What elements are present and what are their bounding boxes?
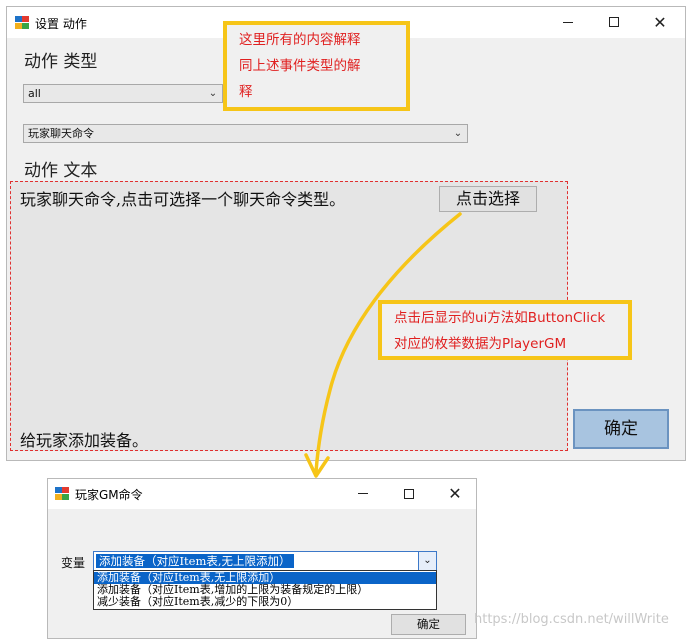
close-button[interactable]: ✕ xyxy=(432,479,478,508)
dropdown-option[interactable]: 减少装备（对应Item表,减少的下限为0） xyxy=(94,596,436,608)
gm-window-title: 玩家GM命令 xyxy=(75,488,143,502)
maximize-icon xyxy=(404,488,414,499)
gm-confirm-button[interactable]: 确定 xyxy=(391,614,466,635)
chevron-down-icon[interactable]: ⌄ xyxy=(418,552,436,570)
screenshot-canvas: 设置 动作 ✕ 动作 类型 all ⌄ 玩家聊天命令 ⌄ 动作 文本 玩家聊天命… xyxy=(0,0,695,639)
variable-dropdown-list: 添加装备（对应Item表,无上限添加） 添加装备（对应Item表,增加的上限为装… xyxy=(93,570,437,610)
maximize-button[interactable] xyxy=(386,479,432,508)
gm-command-window: 玩家GM命令 ✕ 变量 添加装备（对应Item表,无上限添加） ⌄ 添加装备（对… xyxy=(47,478,477,639)
gm-title-bar: 玩家GM命令 ✕ xyxy=(48,479,476,509)
minimize-button[interactable] xyxy=(340,479,386,508)
app-icon xyxy=(55,487,69,500)
variable-combo-value: 添加装备（对应Item表,无上限添加） xyxy=(95,553,295,569)
close-icon: ✕ xyxy=(448,484,462,503)
variable-label: 变量 xyxy=(61,556,86,570)
watermark: https://blog.csdn.net/willWrite xyxy=(474,612,669,627)
minimize-icon xyxy=(358,493,368,494)
variable-combo[interactable]: 添加装备（对应Item表,无上限添加） ⌄ xyxy=(93,551,437,571)
